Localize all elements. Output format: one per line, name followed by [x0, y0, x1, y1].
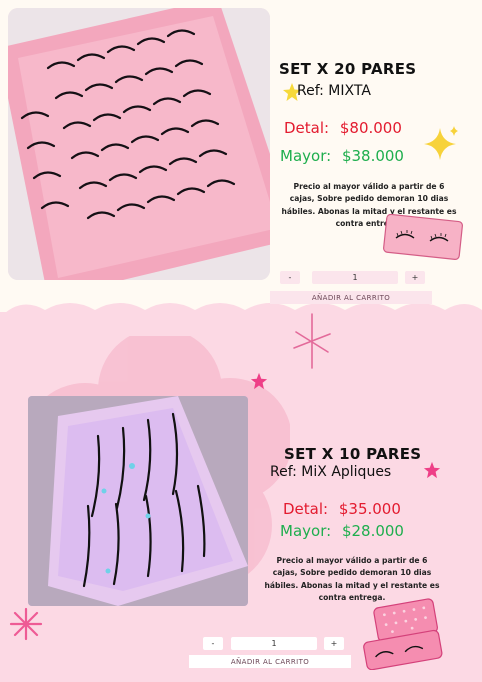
product-title: SET X 10 PARES — [284, 445, 422, 463]
star-icon — [423, 461, 441, 479]
quantity-stepper: - 1 + — [280, 270, 425, 284]
sparkle-icon — [424, 126, 458, 160]
qty-minus-button[interactable]: - — [203, 636, 223, 650]
detal-label: Detal: — [283, 500, 329, 518]
detal-label: Detal: — [284, 119, 330, 137]
mayor-label: Mayor: — [280, 522, 332, 540]
qty-input[interactable]: 1 — [231, 636, 317, 650]
lash-box-icon — [363, 598, 443, 670]
star-icon — [250, 372, 268, 390]
mayor-price: $28.000 — [341, 522, 404, 540]
quantity-stepper: - 1 + — [203, 636, 344, 650]
product-title: SET X 20 PARES — [279, 60, 417, 78]
mayor-price: $38.000 — [341, 147, 404, 165]
qty-plus-button[interactable]: + — [405, 270, 425, 284]
detal-price-row: Detal: $35.000 — [283, 500, 401, 518]
detal-price-row: Detal: $80.000 — [284, 119, 402, 137]
product-ref: Ref: MiX Apliques — [270, 464, 392, 480]
asterisk-icon — [9, 607, 43, 641]
mayor-price-row: Mayor: $38.000 — [280, 147, 404, 165]
qty-minus-button[interactable]: - — [280, 270, 300, 284]
add-to-cart-button[interactable]: AÑADIR AL CARRITO — [270, 291, 432, 304]
qty-plus-button[interactable]: + — [324, 636, 344, 650]
asterisk-icon — [293, 313, 331, 369]
product-image-set-10 — [28, 396, 248, 606]
mayor-price-row: Mayor: $28.000 — [280, 522, 404, 540]
lash-box-icon — [383, 214, 463, 260]
product-image-set-20 — [8, 8, 270, 280]
qty-input[interactable]: 1 — [312, 270, 398, 284]
add-to-cart-button[interactable]: AÑADIR AL CARRITO — [189, 655, 351, 668]
detal-price: $35.000 — [338, 500, 401, 518]
detal-price: $80.000 — [339, 119, 402, 137]
product-ref: Ref: MIXTA — [297, 83, 371, 99]
mayor-label: Mayor: — [280, 147, 332, 165]
